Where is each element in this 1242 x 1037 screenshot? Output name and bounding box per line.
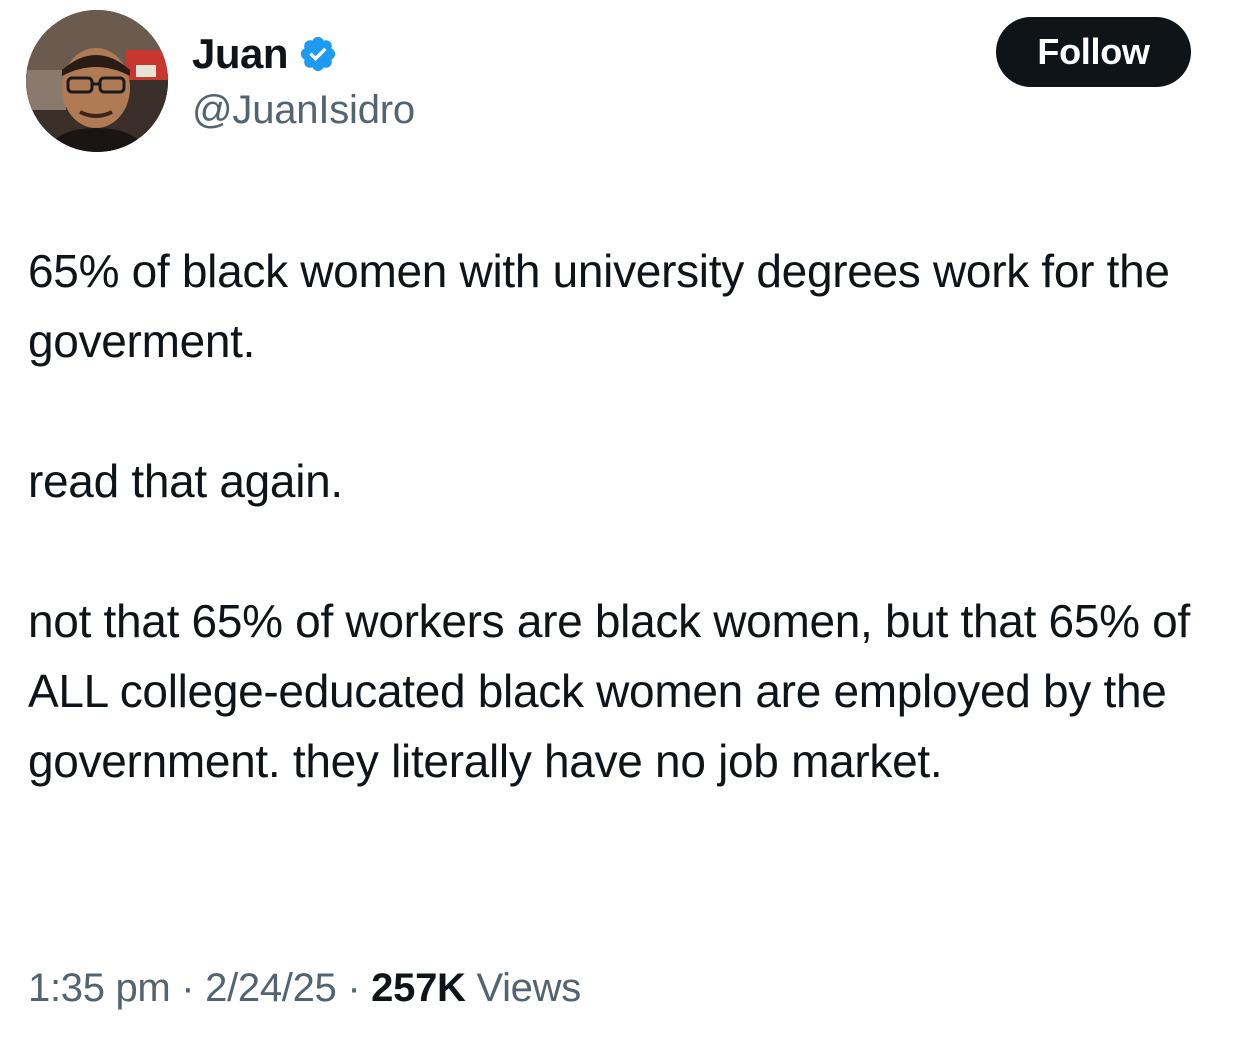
handle[interactable]: @JuanIsidro xyxy=(192,88,415,133)
meta-separator: · xyxy=(181,966,195,1010)
display-name[interactable]: Juan xyxy=(192,30,289,78)
tweet-card: Juan @JuanIsidro Follow 65% of black wom… xyxy=(0,0,1242,1037)
tweet-meta: 1:35 pm · 2/24/25 · 257K Views xyxy=(28,966,581,1011)
meta-separator: · xyxy=(347,966,361,1010)
tweet-paragraph: not that 65% of workers are black women,… xyxy=(28,595,1190,787)
tweet-time[interactable]: 1:35 pm xyxy=(28,966,171,1010)
tweet-date[interactable]: 2/24/25 xyxy=(205,966,337,1010)
views-count[interactable]: 257K xyxy=(371,966,466,1010)
tweet-text: 65% of black women with university degre… xyxy=(28,236,1218,796)
name-row: Juan xyxy=(192,28,415,80)
avatar-image xyxy=(26,10,168,152)
tweet-paragraph: read that again. xyxy=(28,455,343,507)
author-block: Juan @JuanIsidro xyxy=(192,28,415,138)
views-label: Views xyxy=(476,966,581,1010)
tweet-paragraph: 65% of black women with university degre… xyxy=(28,245,1170,367)
follow-button[interactable]: Follow xyxy=(996,17,1191,87)
avatar[interactable] xyxy=(26,10,168,152)
verified-badge-icon[interactable] xyxy=(298,34,338,74)
